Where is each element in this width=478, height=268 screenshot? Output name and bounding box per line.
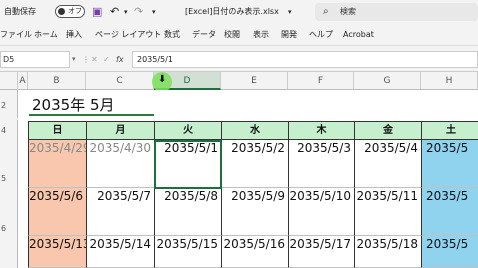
date-cell[interactable]: 2035/5/15 (154, 236, 222, 268)
row-header-4[interactable]: 4 (0, 120, 18, 142)
tab-data[interactable]: データ (192, 24, 216, 46)
column-header-a[interactable]: A (18, 72, 28, 90)
weekday-fri[interactable]: 金 (354, 121, 422, 140)
insert-function-icon[interactable]: fx (116, 51, 124, 68)
tab-view[interactable]: 表示 (253, 24, 269, 46)
autosave-toggle[interactable]: オフ (55, 5, 85, 18)
date-cell[interactable]: 2035/5/7 (86, 188, 155, 236)
column-header-c[interactable]: C (86, 72, 154, 90)
select-all-corner[interactable] (0, 72, 18, 90)
date-cell[interactable]: 2035/5/9 (221, 188, 289, 236)
column-select-arrow-icon: ⬇ (158, 74, 167, 85)
column-header-h[interactable]: H (421, 72, 478, 90)
tab-review[interactable]: 校閲 (224, 24, 240, 46)
weekday-tue[interactable]: 火 (154, 121, 222, 140)
formula-input[interactable]: 2035/5/1 (132, 51, 478, 68)
row-header-6[interactable]: 6 (0, 188, 18, 238)
redo-icon[interactable]: ↷ (134, 0, 143, 24)
more-icon: ⋮ (82, 55, 90, 64)
weekday-thu[interactable]: 木 (288, 121, 355, 140)
tab-developer[interactable]: 開発 (281, 24, 297, 46)
date-cell[interactable]: 2035/5/3 (288, 140, 355, 188)
weekday-mon[interactable]: 月 (86, 121, 155, 140)
search-placeholder: 検索 (340, 7, 356, 16)
date-cell[interactable]: 2035/5/4 (354, 140, 422, 188)
active-cell-outline (154, 140, 222, 189)
window-title: [Excel]日付のみ表示.xlsx (185, 7, 279, 16)
ribbon-tabs: ファイル ホーム 挿入 ページ レイアウト 数式 データ 校閲 表示 開発 ヘル… (0, 24, 478, 46)
tab-file[interactable]: ファイル (0, 24, 32, 46)
undo-dropdown-icon[interactable]: ▾ (124, 0, 128, 24)
column-header-b[interactable]: B (28, 72, 86, 90)
date-cell[interactable]: 2035/4/30 (86, 140, 155, 188)
date-cell[interactable]: 2035/5/10 (288, 188, 355, 236)
autosave-label: 自動保存 (4, 7, 36, 16)
date-cell[interactable]: 2035/5/11 (354, 188, 422, 236)
tab-formulas[interactable]: 数式 (164, 24, 180, 46)
formula-bar: D5 ▾ ⋮ ✕ ✓ fx 2035/5/1 (0, 46, 478, 72)
row-header-5[interactable]: 5 (0, 142, 18, 188)
tab-insert[interactable]: 挿入 (66, 24, 82, 46)
column-header-g[interactable]: G (354, 72, 421, 90)
tab-home[interactable]: ホーム (34, 24, 58, 46)
date-cell[interactable]: 2035/5/6 (28, 188, 87, 236)
date-cell[interactable]: 2035/5/8 (154, 188, 222, 236)
search-box[interactable]: ⌕ 検索 (315, 3, 478, 21)
row-header-7 (0, 238, 18, 268)
autosave-state: オフ (68, 7, 82, 15)
name-box[interactable]: D5 (0, 51, 70, 68)
row-header-2[interactable]: 2 (0, 100, 18, 112)
date-cell[interactable]: 2035/5/16 (221, 236, 289, 268)
weekday-sun[interactable]: 日 (28, 121, 87, 140)
column-header-f[interactable]: F (288, 72, 354, 90)
weekday-wed[interactable]: 水 (221, 121, 289, 140)
tab-help[interactable]: ヘルプ (309, 24, 333, 46)
save-icon[interactable]: ▣ (92, 0, 102, 24)
date-cell[interactable]: 2035/5 (421, 188, 478, 236)
date-cell[interactable]: 2035/5 (421, 140, 478, 188)
tab-page-layout[interactable]: ページ レイアウト (95, 24, 161, 46)
date-cell[interactable]: 2035/5/17 (288, 236, 355, 268)
date-cell[interactable]: 2035/4/29 (28, 140, 87, 188)
customize-qat-icon[interactable]: ▾ (152, 0, 156, 24)
date-cell[interactable]: 2035/5/14 (86, 236, 155, 268)
month-title[interactable]: 2035年 5月 (29, 94, 154, 116)
column-header-e[interactable]: E (221, 72, 288, 90)
undo-icon[interactable]: ↶ (110, 0, 119, 24)
name-box-dropdown-icon[interactable]: ▾ (72, 51, 76, 68)
date-cell[interactable]: 2035/5/18 (354, 236, 422, 268)
cancel-icon[interactable]: ✕ (91, 51, 98, 68)
search-icon: ⌕ (323, 6, 329, 17)
weekday-sat[interactable]: 土 (421, 121, 478, 140)
title-bar: 自動保存 オフ ▣ ↶ ▾ ↷ ▾ [Excel]日付のみ表示.xlsx ▾ ⌕… (0, 0, 478, 24)
toggle-knob (58, 8, 65, 15)
title-dropdown-icon[interactable]: ▾ (288, 0, 292, 24)
date-cell[interactable]: 2035/5/13 (28, 236, 87, 268)
tab-acrobat[interactable]: Acrobat (343, 24, 374, 46)
date-cell[interactable]: 2035/5 (421, 236, 478, 268)
date-cell[interactable]: 2035/5/2 (221, 140, 289, 188)
enter-icon[interactable]: ✓ (103, 51, 110, 68)
